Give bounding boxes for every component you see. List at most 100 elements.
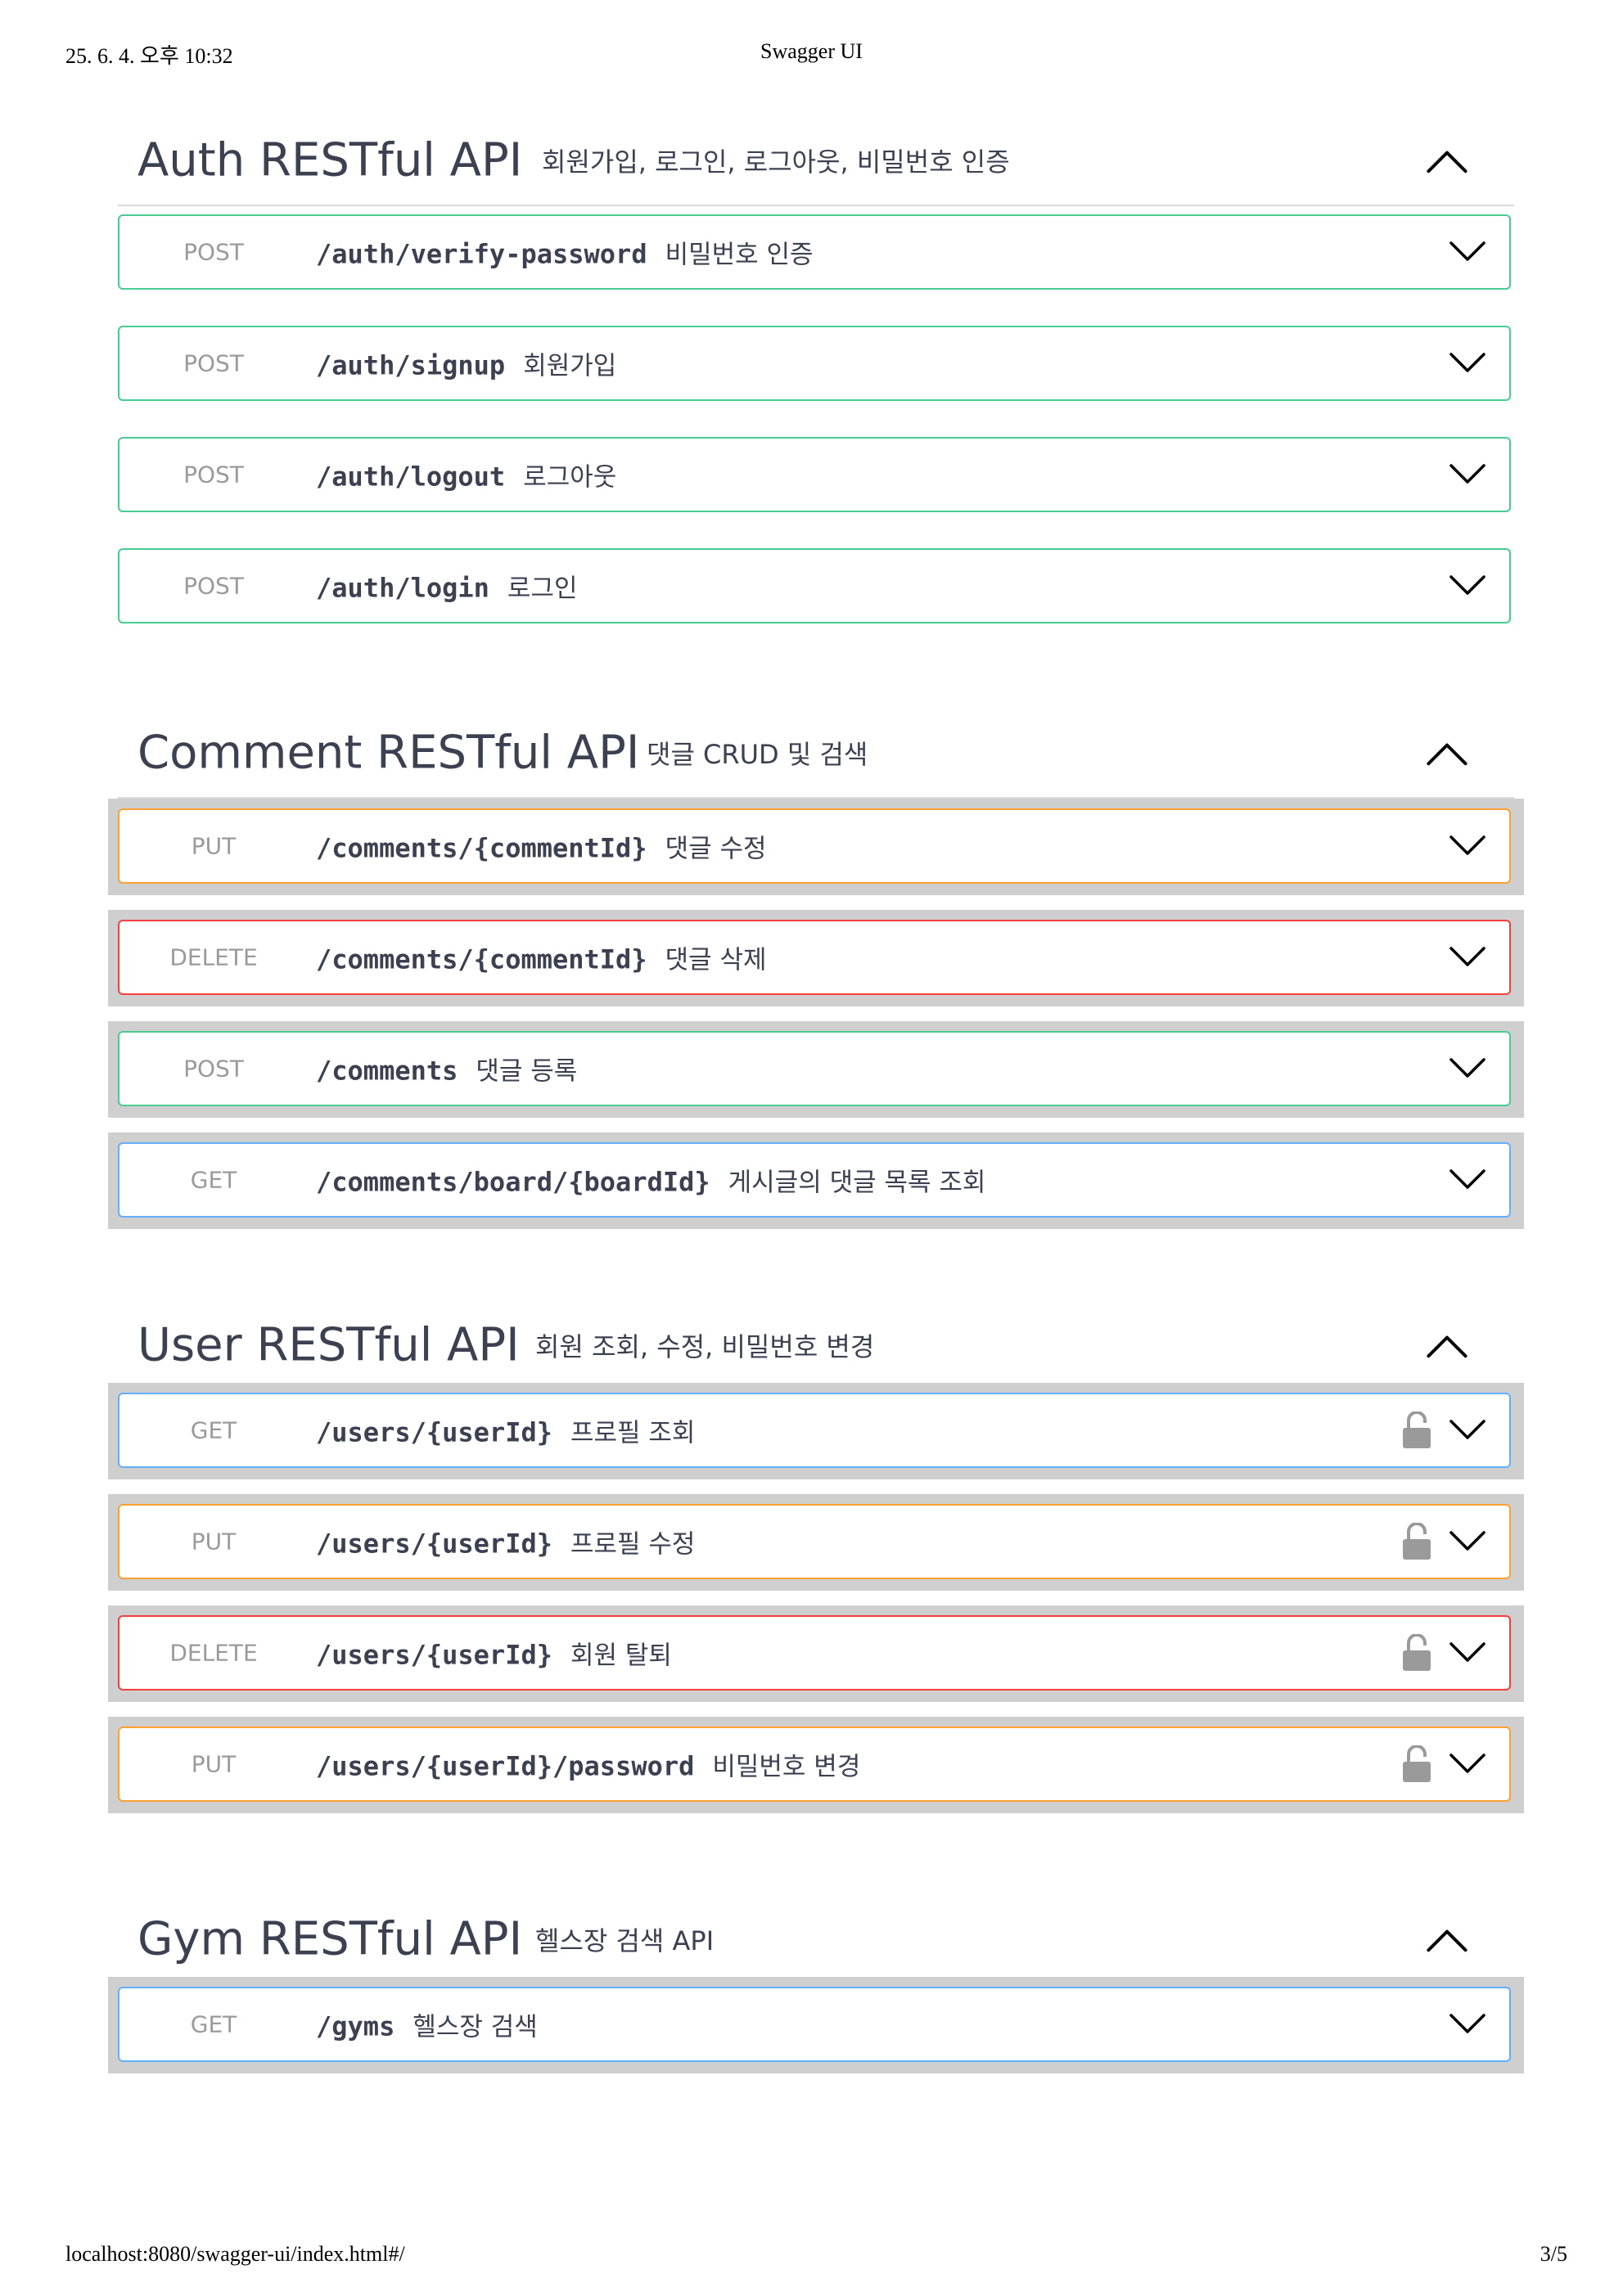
- api-tag-section: Gym RESTful API 헬스장 검색 API GET/gyms 헬스장 검색: [108, 1895, 1524, 2073]
- expand-operation-button[interactable]: [1449, 946, 1486, 969]
- authorize-lock-button[interactable]: [1401, 1522, 1432, 1560]
- expand-operation-button[interactable]: [1449, 574, 1486, 597]
- unlocked-padlock-icon[interactable]: [1401, 1633, 1432, 1672]
- expand-operation-button[interactable]: [1449, 241, 1486, 263]
- operation-get[interactable]: GET/users/{userId} 프로필 조회: [118, 1393, 1511, 1468]
- chevron-down-icon[interactable]: [1449, 1057, 1486, 1080]
- endpoint-path: /comments/board/{boardId} 게시글의 댓글 목록 조회: [316, 1162, 985, 1199]
- endpoint-path: /auth/login 로그인: [316, 568, 577, 605]
- endpoint-summary: 로그인: [507, 574, 578, 604]
- api-tag-section: User RESTful API 회원 조회, 수정, 비밀번호 변경 GET/us…: [108, 1301, 1524, 1813]
- operation-delete[interactable]: DELETE/comments/{commentId} 댓글 삭제: [118, 920, 1511, 995]
- chevron-down-icon[interactable]: [1449, 1168, 1486, 1191]
- authorize-lock-button[interactable]: [1401, 1633, 1432, 1672]
- endpoint-path: /comments/{commentId} 댓글 삭제: [316, 939, 767, 976]
- endpoint-path-text: /auth/logout: [316, 461, 506, 493]
- chevron-down-icon[interactable]: [1449, 241, 1486, 263]
- expand-operation-button[interactable]: [1449, 352, 1486, 375]
- print-page-number: 3/5: [1540, 2242, 1567, 2266]
- chevron-up-icon[interactable]: [1426, 1333, 1468, 1359]
- operation-get[interactable]: GET/comments/board/{boardId} 게시글의 댓글 목록 조…: [118, 1142, 1511, 1218]
- endpoint-path: /users/{userId}/password 비밀번호 변경: [316, 1746, 860, 1783]
- endpoint-path: /auth/logout 로그아웃: [316, 457, 616, 493]
- operation-delete[interactable]: DELETE/users/{userId} 회원 탈퇴: [118, 1615, 1511, 1690]
- operation-put[interactable]: PUT/users/{userId}/password 비밀번호 변경: [118, 1727, 1511, 1802]
- chevron-down-icon[interactable]: [1449, 463, 1486, 486]
- operation-get[interactable]: GET/gyms 헬스장 검색: [118, 1987, 1511, 2062]
- expand-operation-button[interactable]: [1449, 1419, 1486, 1442]
- authorize-lock-button[interactable]: [1401, 1411, 1432, 1449]
- tag-header[interactable]: Comment RESTful API 댓글 CRUD 및 검색: [118, 709, 1514, 799]
- authorize-lock-button[interactable]: [1401, 1745, 1432, 1783]
- unlocked-padlock-icon[interactable]: [1401, 1522, 1432, 1560]
- tag-header[interactable]: User RESTful API 회원 조회, 수정, 비밀번호 변경: [118, 1301, 1514, 1391]
- api-tag-section: Auth RESTful API 회원가입, 로그인, 로그아웃, 비밀번호 인증…: [118, 116, 1514, 624]
- chevron-down-icon[interactable]: [1449, 1641, 1486, 1664]
- endpoint-summary: 로그아웃: [523, 462, 617, 493]
- endpoint-summary: 댓글 수정: [665, 834, 767, 864]
- endpoint-path-text: /gyms: [316, 2010, 395, 2042]
- chevron-down-icon[interactable]: [1449, 574, 1486, 597]
- unlocked-padlock-icon[interactable]: [1401, 1745, 1432, 1783]
- endpoint-summary: 헬스장 검색: [413, 2012, 538, 2042]
- endpoint-path-text: /users/{userId}/password: [316, 1750, 695, 1782]
- tag-description: 회원 조회, 수정, 비밀번호 변경: [535, 1331, 875, 1362]
- endpoint-summary: 회원가입: [523, 351, 617, 381]
- endpoint-summary: 댓글 등록: [476, 1056, 578, 1087]
- expand-operation-button[interactable]: [1449, 1641, 1486, 1664]
- operation-put[interactable]: PUT/comments/{commentId} 댓글 수정: [118, 808, 1511, 884]
- chevron-down-icon[interactable]: [1449, 1753, 1486, 1776]
- tag-header[interactable]: Gym RESTful API 헬스장 검색 API: [118, 1895, 1514, 1985]
- tag-name[interactable]: User RESTful API: [138, 1319, 520, 1372]
- expand-operation-button[interactable]: [1449, 1168, 1486, 1191]
- expand-operation-button[interactable]: [1449, 1530, 1486, 1553]
- endpoint-summary: 댓글 삭제: [665, 945, 767, 975]
- endpoint-summary: 게시글의 댓글 목록 조회: [728, 1168, 986, 1198]
- chevron-down-icon[interactable]: [1449, 1530, 1486, 1553]
- expand-operation-button[interactable]: [1449, 1753, 1486, 1776]
- chevron-up-icon[interactable]: [1426, 741, 1468, 767]
- tag-description: 헬스장 검색 API: [535, 1925, 715, 1956]
- expand-operation-button[interactable]: [1449, 835, 1486, 858]
- operation-post[interactable]: POST/comments 댓글 등록: [118, 1031, 1511, 1106]
- operation-post[interactable]: POST/auth/signup 회원가입: [118, 326, 1511, 401]
- chevron-down-icon[interactable]: [1449, 1419, 1486, 1442]
- tag-name[interactable]: Comment RESTful API: [138, 727, 639, 780]
- chevron-down-icon[interactable]: [1449, 835, 1486, 858]
- tag-header[interactable]: Auth RESTful API 회원가입, 로그인, 로그아웃, 비밀번호 인증: [118, 116, 1514, 206]
- endpoint-path-text: /comments/{commentId}: [316, 832, 647, 864]
- http-method-label: POST: [183, 572, 244, 600]
- expand-operation-button[interactable]: [1449, 1057, 1486, 1080]
- chevron-down-icon[interactable]: [1449, 2013, 1486, 2036]
- chevron-down-icon[interactable]: [1449, 946, 1486, 969]
- endpoint-path: /auth/verify-password 비밀번호 인증: [316, 234, 814, 271]
- expand-operation-button[interactable]: [1449, 2013, 1486, 2036]
- section-collapse-button[interactable]: [1426, 1333, 1468, 1359]
- section-collapse-button[interactable]: [1426, 741, 1468, 767]
- chevron-up-icon[interactable]: [1426, 148, 1468, 174]
- operation-row: PUT/users/{userId} 프로필 수정: [108, 1494, 1524, 1591]
- tag-name[interactable]: Auth RESTful API: [138, 134, 522, 187]
- operation-put[interactable]: PUT/users/{userId} 프로필 수정: [118, 1504, 1511, 1579]
- http-method-label: GET: [190, 1416, 237, 1444]
- operation-post[interactable]: POST/auth/logout 로그아웃: [118, 437, 1511, 512]
- section-collapse-button[interactable]: [1426, 1927, 1468, 1952]
- section-collapse-button[interactable]: [1426, 148, 1468, 173]
- chevron-down-icon[interactable]: [1449, 352, 1486, 375]
- print-footer: localhost:8080/swagger-ui/index.html#/ 3…: [0, 2242, 1623, 2270]
- unlocked-padlock-icon[interactable]: [1401, 1411, 1432, 1449]
- http-method-label: PUT: [191, 832, 237, 860]
- endpoint-summary: 프로필 수정: [570, 1529, 696, 1560]
- http-method-label: PUT: [191, 1528, 237, 1555]
- endpoint-path-text: /auth/signup: [316, 349, 506, 381]
- expand-operation-button[interactable]: [1449, 463, 1486, 486]
- operation-row: POST/comments 댓글 등록: [108, 1021, 1524, 1118]
- operation-post[interactable]: POST/auth/login 로그인: [118, 548, 1511, 624]
- operation-row: GET/comments/board/{boardId} 게시글의 댓글 목록 조…: [108, 1132, 1524, 1229]
- tag-name[interactable]: Gym RESTful API: [138, 1913, 522, 1966]
- operation-post[interactable]: POST/auth/verify-password 비밀번호 인증: [118, 214, 1511, 290]
- tag-description: 댓글 CRUD 및 검색: [647, 739, 868, 770]
- endpoint-path: /comments 댓글 등록: [316, 1051, 577, 1087]
- chevron-up-icon[interactable]: [1426, 1927, 1468, 1953]
- endpoint-path-text: /comments: [316, 1055, 458, 1087]
